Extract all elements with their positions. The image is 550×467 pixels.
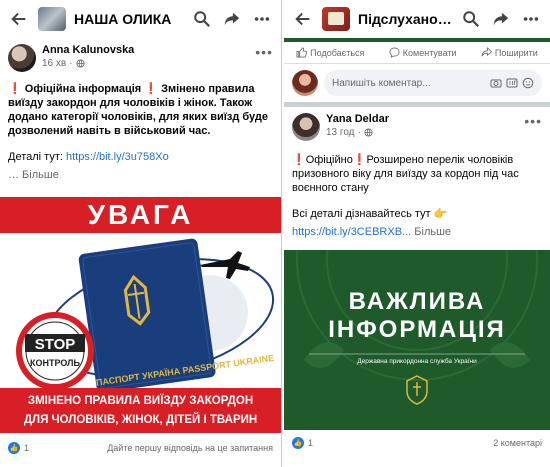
post-image[interactable]: ВАЖЛИВА ІНФОРМАЦІЯ Державна прикордонна … (284, 250, 550, 430)
passport-illustration: ПАСПОРТ УКРАЇНА PASSPORT UKRAINE STOP КО… (16, 238, 275, 388)
image-banner: ЗМІНЕНО ПРАВИЛА ВИЇЗДУ ЗАКОРДОН ДЛЯ ЧОЛО… (0, 388, 281, 433)
comment-button[interactable]: Коментувати (389, 47, 457, 58)
left-screen: НАША ОЛИКА Anna Kalunovska 16 хв · ••• ❗… (0, 0, 282, 467)
comment-count[interactable]: 2 коментарі (493, 438, 542, 448)
group-title[interactable]: НАША ОЛИКА (74, 11, 183, 27)
globe-icon (76, 59, 85, 68)
avatar[interactable] (292, 113, 320, 141)
right-screen: Підслухано Го... Подобається Коментувати… (284, 0, 550, 467)
group-thumbnail[interactable] (38, 7, 66, 31)
stop-sign-label: STOP (35, 336, 76, 353)
details-label: Деталі тут: (8, 151, 63, 163)
post-footer: 👍 1 2 коментарі (284, 433, 550, 453)
image-caption: Державна прикордонна служба України (357, 358, 477, 365)
details-link[interactable]: https://bit.ly/3CEBRXB... (292, 226, 411, 238)
search-icon[interactable] (191, 8, 213, 30)
post-text: ❗Офіційно❗Розширено перелік чоловіків пр… (292, 154, 519, 194)
page-header: Підслухано Го... (284, 0, 550, 38)
image-title-1: ВАЖЛИВА (348, 288, 486, 315)
like-count[interactable]: 1 (24, 443, 29, 453)
group-thumbnail[interactable] (322, 7, 350, 31)
post-link-row: https://bit.ly/3CEBRXB... Більше (284, 223, 550, 241)
share-icon (481, 47, 492, 57)
back-arrow-icon[interactable] (292, 8, 314, 30)
sticker-icon[interactable] (522, 77, 534, 89)
details-link[interactable]: https://bit.ly/3u758Xo (66, 151, 169, 163)
see-more-link[interactable]: … Більше (0, 166, 281, 184)
post-image[interactable]: УВАГА ПАСПОРТ УКРАЇНА PASSPORT UKRAINE S… (0, 197, 281, 433)
banner-line-2: ДЛЯ ЧОЛОВІКІВ, ЖІНОК, ДІТЕЙ І ТВАРИН (23, 414, 258, 426)
like-label: Подобається (310, 47, 365, 58)
avatar[interactable] (8, 44, 36, 72)
like-icon: 👍 (292, 437, 304, 449)
post-header: Anna Kalunovska 16 хв · ••• (0, 38, 281, 78)
see-more-link[interactable]: Більше (414, 226, 451, 238)
more-dots-icon[interactable] (251, 8, 273, 30)
share-arrow-icon[interactable] (490, 8, 512, 30)
more-dots-icon[interactable] (520, 8, 542, 30)
banner-line-1: ЗМІНЕНО ПРАВИЛА ВИЇЗДУ ЗАКОРДОН (27, 395, 254, 407)
back-arrow-icon[interactable] (8, 8, 30, 30)
image-title-2: ІНФОРМАЦІЯ (328, 316, 506, 343)
post-meta: 13 год · (326, 127, 389, 138)
post-details: Деталі тут: https://bit.ly/3u758Xo (0, 148, 281, 166)
comment-input[interactable]: Напишіть коментар... (324, 70, 542, 96)
post-author[interactable]: Anna Kalunovska (42, 44, 134, 56)
like-button[interactable]: Подобається (296, 47, 364, 58)
post-text: ❗ Офіційна інформація ❗ Змінено правила … (0, 80, 281, 140)
post-details: Всі деталі дізнавайтесь тут 👉 (292, 208, 448, 220)
gif-icon[interactable] (506, 77, 518, 89)
like-icon (296, 47, 308, 58)
like-icon: 👍 (8, 442, 20, 454)
exclamation-icon: ❗ (8, 83, 22, 95)
camera-icon[interactable] (490, 77, 502, 89)
post-text-title: Офіційна інформація (24, 83, 142, 95)
airplane-icon (200, 251, 250, 279)
comment-label: Коментувати (402, 47, 457, 58)
post-footer: 👍 1 Дайте першу відповідь на це запитанн… (0, 438, 281, 458)
post-action-bar: Подобається Коментувати Поширити (284, 42, 550, 64)
first-reply-prompt[interactable]: Дайте першу відповідь на це запитання (107, 443, 273, 453)
group-title[interactable]: Підслухано Го... (358, 11, 452, 27)
post-meta: 16 хв · (42, 58, 134, 69)
share-label: Поширити (494, 47, 538, 58)
exclamation-icon: ❗ (144, 83, 158, 95)
post-options-button[interactable]: ••• (524, 113, 542, 129)
post-time[interactable]: 13 год (326, 127, 355, 138)
post-author[interactable]: Yana Deldar (326, 113, 389, 125)
image-headline-banner: УВАГА (0, 197, 281, 233)
like-count[interactable]: 1 (308, 438, 313, 448)
post-header: Yana Deldar 13 год · ••• (284, 107, 550, 147)
page-header: НАША ОЛИКА (0, 0, 281, 38)
post-options-button[interactable]: ••• (255, 44, 273, 60)
search-icon[interactable] (460, 8, 482, 30)
globe-icon (364, 128, 373, 137)
current-user-avatar[interactable] (292, 70, 318, 96)
share-arrow-icon[interactable] (221, 8, 243, 30)
comment-placeholder: Напишіть коментар... (332, 77, 431, 89)
comment-icon (389, 47, 400, 58)
post-time[interactable]: 16 хв (42, 58, 66, 69)
comment-composer: Напишіть коментар... (284, 64, 550, 107)
share-button[interactable]: Поширити (481, 47, 538, 58)
image-headline: УВАГА (87, 199, 194, 230)
stop-sign-sub: КОНТРОЛЬ (30, 358, 80, 368)
